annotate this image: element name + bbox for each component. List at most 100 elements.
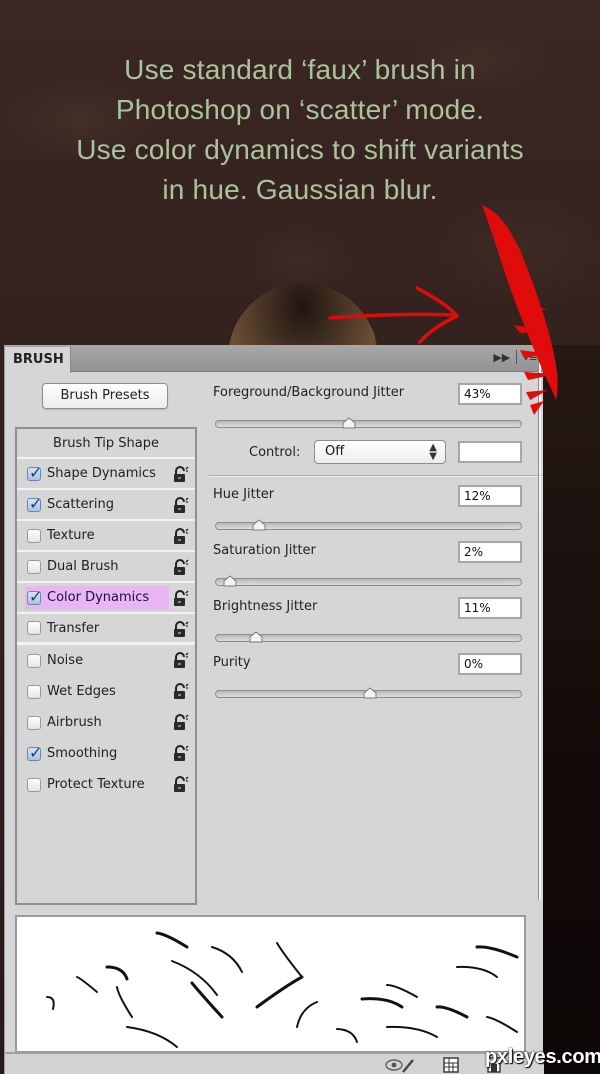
feather-stroke (46, 996, 55, 1010)
fg-bg-jitter-input[interactable]: 43% (458, 383, 522, 405)
feather-stroke (155, 931, 189, 949)
fg-bg-jitter-slider[interactable] (215, 417, 522, 429)
feather-stroke (336, 1028, 358, 1043)
unlock-icon[interactable] (173, 621, 189, 638)
feather-stroke (105, 965, 129, 981)
checkbox-scattering[interactable]: ✓ (27, 494, 42, 513)
checkbox-shape-dynamics[interactable]: ✓ (27, 463, 42, 482)
caption-line: in hue. Gaussian blur. (162, 174, 438, 205)
unlock-icon[interactable] (173, 559, 189, 576)
list-item-dual-brush[interactable]: Dual Brush (17, 552, 195, 583)
list-item-smoothing[interactable]: ✓ Smoothing (17, 738, 195, 769)
list-item-airbrush[interactable]: Airbrush (17, 707, 195, 738)
unlock-icon[interactable] (173, 497, 189, 514)
checkbox-dual-brush[interactable] (27, 559, 41, 574)
list-item-label: Smoothing (47, 746, 118, 761)
unlock-icon[interactable] (173, 590, 189, 607)
list-item-label: Shape Dynamics (47, 466, 156, 481)
feather-stroke (255, 975, 304, 1009)
panel-right-edge (538, 345, 541, 900)
slider-thumb[interactable] (342, 414, 356, 429)
divider (209, 475, 543, 477)
control-select[interactable]: Off ▲ ▼ (314, 440, 446, 464)
list-item-label: Wet Edges (47, 684, 116, 699)
unlock-icon[interactable] (173, 528, 189, 545)
control-extra-input[interactable] (458, 441, 522, 463)
fg-bg-jitter-label: Foreground/Background Jitter (213, 385, 405, 400)
list-item-scattering[interactable]: ✓ Scattering (17, 490, 195, 521)
list-item-brush-tip-shape[interactable]: Brush Tip Shape (17, 429, 195, 459)
purity-input[interactable]: 0% (458, 653, 522, 675)
panel-menu-icon[interactable]: ▾≡ (523, 351, 538, 364)
list-item-shape-dynamics[interactable]: ✓ Shape Dynamics (17, 459, 195, 490)
unlock-icon[interactable] (173, 745, 189, 762)
tab-brush[interactable]: BRUSH (5, 347, 71, 373)
feather-stroke (76, 976, 98, 993)
saturation-jitter-slider[interactable] (215, 575, 522, 587)
feather-stroke (171, 960, 218, 996)
feather-stroke (126, 1026, 178, 1048)
caption-line: Photoshop on ‘scatter’ mode. (115, 94, 485, 125)
brush-stroke-preview-art (46, 931, 519, 1048)
feather-stroke (486, 1016, 518, 1033)
unlock-icon[interactable] (173, 652, 189, 669)
feather-stroke (435, 1005, 469, 1019)
checkbox-smoothing[interactable]: ✓ (27, 743, 42, 762)
list-item-label: Noise (47, 653, 84, 668)
list-item-wet-edges[interactable]: Wet Edges (17, 676, 195, 707)
brush-presets-button[interactable]: Brush Presets (42, 383, 168, 409)
saturation-jitter-label: Saturation Jitter (213, 543, 316, 558)
unlock-icon[interactable] (173, 466, 189, 483)
checkbox-protect-texture[interactable] (27, 777, 41, 792)
list-item-protect-texture[interactable]: Protect Texture (17, 769, 195, 800)
caption-line: Use standard ‘faux’ brush in (124, 54, 476, 85)
list-item-texture[interactable]: Texture (17, 521, 195, 552)
brush-panel: BRUSH ▶▶ ▾≡ Brush Presets Brush Tip Shap… (4, 345, 544, 1074)
control-label: Control: (249, 445, 301, 460)
unlock-icon[interactable] (173, 683, 189, 700)
divider (516, 350, 518, 364)
saturation-jitter-input[interactable]: 2% (458, 541, 522, 563)
brightness-jitter-slider[interactable] (215, 631, 522, 643)
feather-stroke (386, 1025, 438, 1038)
background-dark-area (543, 345, 600, 1074)
feather-stroke (475, 945, 519, 959)
slider-thumb[interactable] (363, 684, 377, 699)
list-item-noise[interactable]: Noise (17, 645, 195, 676)
slider-thumb[interactable] (249, 628, 263, 643)
checkmark-icon: ✓ (29, 462, 43, 482)
eye-brush-icon[interactable] (385, 1057, 415, 1074)
purity-slider[interactable] (215, 687, 522, 699)
hue-jitter-label: Hue Jitter (213, 487, 275, 502)
unlock-icon[interactable] (173, 714, 189, 731)
feather-stroke (296, 1001, 318, 1028)
checkbox-airbrush[interactable] (27, 715, 41, 730)
hue-jitter-slider[interactable] (215, 519, 522, 531)
purity-label: Purity (213, 655, 251, 670)
checkmark-icon: ✓ (29, 586, 43, 606)
caption-text: Use standard ‘faux’ brush in Photoshop o… (40, 50, 560, 210)
feather-stroke (360, 997, 404, 1009)
updown-arrows-icon: ▲ ▼ (429, 442, 437, 462)
list-item-label: Scattering (47, 497, 115, 512)
feather-stroke (190, 981, 224, 1019)
feather-stroke (456, 965, 498, 978)
list-item-transfer[interactable]: Transfer (17, 614, 195, 645)
list-item-label: Transfer (47, 620, 100, 636)
brightness-jitter-input[interactable]: 11% (458, 597, 522, 619)
double-chevron-right-icon[interactable]: ▶▶ (493, 351, 510, 364)
checkmark-icon: ✓ (29, 742, 43, 762)
unlock-icon[interactable] (173, 776, 189, 793)
hue-jitter-input[interactable]: 12% (458, 485, 522, 507)
checkbox-noise[interactable] (27, 653, 41, 668)
checkbox-texture[interactable] (27, 528, 41, 543)
checkbox-wet-edges[interactable] (27, 684, 41, 699)
watermark: pxleyes.com (485, 1046, 600, 1068)
slider-thumb[interactable] (223, 572, 237, 587)
checkbox-transfer[interactable] (27, 621, 41, 635)
checkbox-color-dynamics[interactable]: ✓ (27, 587, 42, 606)
brush-stroke-preview (15, 915, 526, 1053)
grid-icon[interactable] (443, 1057, 459, 1074)
slider-thumb[interactable] (252, 516, 266, 531)
list-item-color-dynamics[interactable]: ✓ Color Dynamics (17, 583, 195, 614)
